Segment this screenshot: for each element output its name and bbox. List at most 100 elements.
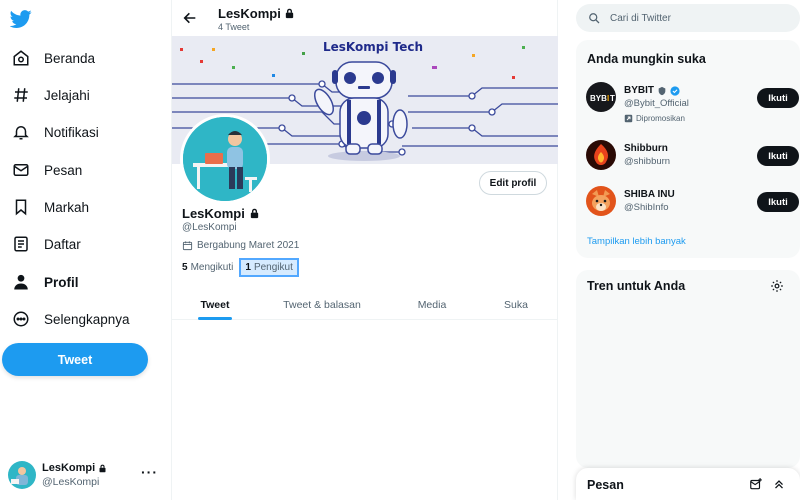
- back-arrow-icon[interactable]: [182, 10, 198, 26]
- followers-count: 1: [245, 262, 251, 273]
- tab-label: Media: [417, 299, 447, 311]
- tab-label: Suka: [504, 299, 528, 311]
- bell-icon: [13, 126, 29, 140]
- page-title: LesKompi: [218, 6, 295, 21]
- nav-item-jelajahi[interactable]: Jelajahi: [6, 80, 96, 110]
- envelope-icon: [13, 164, 29, 176]
- avatar: BYB I T: [586, 82, 616, 112]
- follow-stats: 5 Mengikuti 1 Pengikut: [182, 258, 299, 277]
- page-title-text: LesKompi: [218, 6, 281, 21]
- account-handle: @LesKompi: [42, 476, 100, 488]
- person-icon: [14, 274, 28, 290]
- suggestion-name: Shibburn: [624, 143, 668, 154]
- left-sidebar: Beranda Jelajahi Notifikasi Pesan Markah…: [0, 0, 172, 500]
- svg-text:BYB: BYB: [590, 94, 607, 103]
- following-label: Mengikuti: [190, 262, 234, 273]
- nav-item-profil[interactable]: Profil: [6, 267, 85, 297]
- tab-suka[interactable]: Suka: [500, 290, 532, 320]
- edit-profile-button[interactable]: Edit profil: [479, 171, 547, 195]
- promoted-label: Dipromosikan: [624, 114, 685, 123]
- search-input[interactable]: [610, 12, 790, 24]
- profile-column: LesKompi 4 Tweet LesKompi Tech Edit prof…: [172, 0, 558, 500]
- profile-avatar[interactable]: [180, 114, 270, 204]
- more-circle-icon: [13, 311, 29, 327]
- tab-label: Tweet: [200, 299, 230, 311]
- search-box[interactable]: [576, 4, 800, 32]
- svg-text:I: I: [607, 94, 609, 103]
- tab-label: Tweet & balasan: [283, 299, 361, 311]
- follow-button[interactable]: Ikuti: [757, 192, 799, 212]
- tab-media[interactable]: Media: [412, 290, 452, 320]
- avatar: [586, 186, 616, 216]
- nav-item-beranda[interactable]: Beranda: [6, 43, 101, 73]
- account-name: LesKompi: [42, 462, 96, 474]
- suggestion-item[interactable]: Shibburn @shibburn Ikuti: [586, 140, 799, 180]
- svg-text:T: T: [610, 94, 615, 103]
- messages-title: Pesan: [587, 478, 624, 492]
- suggestion-item[interactable]: BYB I T BYBIT @Bybit_Official Dipromosikan…: [586, 82, 799, 123]
- account-switcher[interactable]: LesKompi @LesKompi ···: [8, 458, 158, 492]
- followers-label: Pengikut: [253, 262, 293, 273]
- profile-tabs: Tweet Tweet & balasan Media Suka: [172, 290, 558, 320]
- profile-name-text: LesKompi: [182, 206, 245, 221]
- nav-item-selengkapnya[interactable]: Selengkapnya: [6, 304, 136, 334]
- shield-badge-icon: [658, 86, 666, 95]
- tab-tweet[interactable]: Tweet: [198, 290, 232, 320]
- show-more-link[interactable]: Tampilkan lebih banyak: [587, 236, 686, 247]
- messages-drawer[interactable]: Pesan: [576, 468, 800, 500]
- following-link[interactable]: 5 Mengikuti: [182, 262, 233, 273]
- follow-button[interactable]: Ikuti: [757, 146, 799, 166]
- twitter-bird-icon[interactable]: [10, 8, 32, 30]
- avatar-illustration: [183, 117, 267, 201]
- followers-link[interactable]: 1 Pengikut: [239, 258, 299, 277]
- nav-label: Profil: [44, 274, 79, 290]
- who-to-follow-panel: Anda mungkin suka BYB I T BYBIT @Bybit_Off…: [576, 40, 800, 258]
- verified-badge-icon: [670, 85, 680, 96]
- suggestion-handle: @shibburn: [624, 156, 671, 167]
- nav-label: Notifikasi: [44, 124, 99, 140]
- new-message-icon[interactable]: [749, 477, 763, 491]
- join-date: Bergabung Maret 2021: [182, 240, 299, 251]
- gear-icon[interactable]: [770, 279, 784, 293]
- bookmark-icon: [15, 199, 27, 216]
- suggestion-item[interactable]: SHIBA INU @ShibInfo Ikuti: [586, 186, 799, 226]
- profile-name: LesKompi: [182, 206, 260, 221]
- tweet-count: 4 Tweet: [218, 22, 250, 32]
- more-options-icon[interactable]: ···: [141, 464, 158, 480]
- calendar-icon: [182, 241, 193, 251]
- search-icon: [589, 13, 600, 24]
- nav-label: Daftar: [44, 236, 81, 252]
- avatar: [586, 140, 616, 170]
- following-count: 5: [182, 262, 188, 273]
- avatar: [8, 461, 36, 489]
- nav-label: Jelajahi: [44, 87, 90, 103]
- hashtag-icon: [14, 88, 28, 102]
- lock-icon: [285, 8, 294, 19]
- tweet-button[interactable]: Tweet: [2, 343, 148, 376]
- nav-item-pesan[interactable]: Pesan: [6, 155, 88, 185]
- trends-panel: Tren untuk Anda: [576, 270, 800, 468]
- who-to-follow-title: Anda mungkin suka: [587, 52, 706, 66]
- nav-label: Pesan: [44, 162, 83, 178]
- join-date-text: Bergabung Maret 2021: [197, 240, 300, 251]
- trends-title: Tren untuk Anda: [587, 279, 686, 293]
- lock-icon: [99, 464, 106, 472]
- follow-button[interactable]: Ikuti: [757, 88, 799, 108]
- right-column: Anda mungkin suka BYBIT BYBIT @Bybit_Off…: [558, 0, 800, 500]
- nav-item-notifikasi[interactable]: Notifikasi: [6, 117, 105, 147]
- nav-item-daftar[interactable]: Daftar: [6, 229, 87, 259]
- nav-label: Markah: [44, 199, 90, 215]
- nav-label: Selengkapnya: [44, 311, 130, 327]
- suggestion-handle: @ShibInfo: [624, 202, 669, 213]
- suggestion-name: SHIBA INU: [624, 189, 675, 200]
- promoted-icon: [624, 114, 633, 123]
- nav-label: Beranda: [44, 50, 96, 66]
- home-icon: [13, 50, 29, 66]
- chevron-up-icon[interactable]: [772, 477, 786, 491]
- tab-tweet-balasan[interactable]: Tweet & balasan: [278, 290, 366, 320]
- suggestion-name: BYBIT: [624, 85, 654, 96]
- list-icon: [14, 236, 28, 252]
- banner-title: LesKompi Tech: [323, 40, 424, 54]
- profile-handle: @LesKompi: [182, 222, 237, 233]
- nav-item-markah[interactable]: Markah: [6, 192, 95, 222]
